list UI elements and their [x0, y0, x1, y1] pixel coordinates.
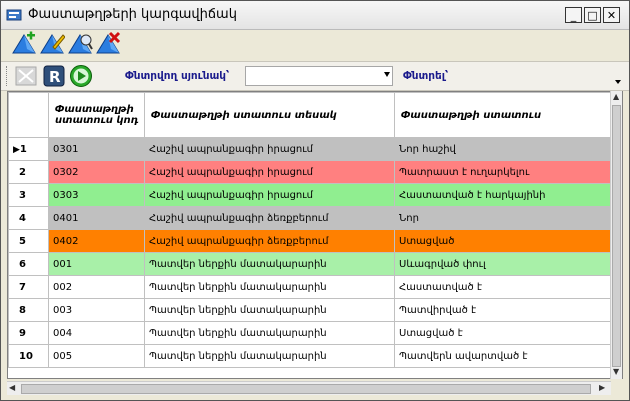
search-label: Փնտրել՝ [403, 70, 449, 82]
horizontal-scroll-thumb[interactable] [21, 384, 591, 394]
row-number-label: 1 [19, 143, 27, 155]
status-name-cell[interactable]: Պատվիրված է [394, 298, 615, 322]
status-name-cell[interactable]: Հաստատված է հարկայինի [394, 183, 615, 207]
row-number-cell: 8 [8, 298, 49, 322]
disabled-mail-icon [15, 66, 37, 86]
row-number-cell: 4 [8, 206, 49, 230]
run-icon[interactable] [69, 64, 93, 88]
table-row[interactable]: 3 0303 Հաշիվ ապրանքագիր իրացում Հաստատված է… [8, 183, 615, 207]
table-row[interactable]: 4 0401 Հաշիվ ապրանքագիր ձեռքբերում Նոր [8, 206, 615, 230]
status-code-cell[interactable]: 0303 [48, 183, 145, 207]
status-name-cell[interactable]: Պատրաստ է ուղարկելու [394, 160, 615, 184]
minimize-button[interactable]: _ [565, 7, 582, 23]
table-row[interactable]: 10 005 Պատվեր ներքին մատակարարին Պատվերն ավ… [8, 344, 615, 368]
row-number-cell: 2 [8, 160, 49, 184]
status-name-cell[interactable]: Պատվերն ավարտված է [394, 344, 615, 368]
status-code-cell[interactable]: 005 [48, 344, 145, 368]
row-number-cell: 6 [8, 252, 49, 276]
status-code-cell[interactable]: 0401 [48, 206, 145, 230]
status-type-cell[interactable]: Պատվեր ներքին մատակարարին [144, 275, 395, 299]
app-icon [6, 9, 22, 21]
column-header-status[interactable]: Փաստաթղթի ստատուս [394, 92, 615, 138]
row-header-corner [8, 92, 49, 138]
search-column-label: Փնտրվող սյունակ՝ [125, 70, 230, 82]
horizontal-scrollbar[interactable]: ◀ ▶ [7, 381, 611, 395]
status-type-cell[interactable]: Հաշիվ ապրանքագիր ձեռքբերում [144, 206, 395, 230]
toolbar-overflow-button[interactable] [614, 66, 622, 86]
status-code-cell[interactable]: 004 [48, 321, 145, 345]
column-header-code[interactable]: Փաստաթղթի ստատուս կոդ [48, 92, 145, 138]
column-header-type[interactable]: Փաստաթղթի ստատուս տեսակ [144, 92, 395, 138]
vertical-scrollbar[interactable]: ▲ ▼ [610, 91, 622, 379]
add-icon[interactable] [11, 31, 37, 57]
scroll-right-icon[interactable]: ▶ [599, 383, 605, 392]
edit-icon[interactable] [39, 31, 65, 57]
scroll-up-icon[interactable]: ▲ [613, 92, 619, 101]
row-number-cell: 3 [8, 183, 49, 207]
header-row: Փաստաթղթի ստատուս կոդ Փաստաթղթի ստատուս … [8, 92, 615, 138]
table-row[interactable]: 8 003 Պատվեր ներքին մատակարարին Պատվիրված է [8, 298, 615, 322]
row-number-cell: 7 [8, 275, 49, 299]
chevron-down-icon[interactable] [384, 72, 390, 77]
view-icon[interactable] [67, 31, 93, 57]
status-name-cell[interactable]: Սևագրված փուլ [394, 252, 615, 276]
status-table: Փաստաթղթի ստատուս կոդ Փաստաթղթի ստատուս … [8, 92, 615, 368]
title-bar: Փաստաթղթերի կարգավիճակ _ □ ✕ [1, 1, 629, 30]
main-window: Փաստաթղթերի կարգավիճակ _ □ ✕ R Փնտրվող ս… [0, 0, 630, 401]
status-name-cell[interactable]: Ստացված [394, 229, 615, 253]
current-row-marker-icon: ▶ [13, 144, 20, 155]
status-type-cell[interactable]: Պատվեր ներքին մատակարարին [144, 252, 395, 276]
status-code-cell[interactable]: 0402 [48, 229, 145, 253]
svg-text:R: R [49, 68, 61, 86]
status-code-cell[interactable]: 0302 [48, 160, 145, 184]
close-button[interactable]: ✕ [603, 7, 620, 23]
status-code-cell[interactable]: 0301 [48, 137, 145, 161]
table-row[interactable]: ▶1 0301 Հաշիվ ապրանքագիր իրացում Նոր հաշիվ [8, 137, 615, 161]
row-number-cell: 5 [8, 229, 49, 253]
status-type-cell[interactable]: Հաշիվ ապրանքագիր իրացում [144, 137, 395, 161]
row-number-cell: ▶1 [8, 137, 49, 161]
table-row[interactable]: 5 0402 Հաշիվ ապրանքագիր ձեռքբերում Ստացված [8, 229, 615, 253]
table-row[interactable]: 9 004 Պատվեր ներքին մատակարարին Ստացված է [8, 321, 615, 345]
maximize-button[interactable]: □ [584, 7, 601, 23]
chevron-down-icon [615, 80, 621, 84]
status-code-cell[interactable]: 002 [48, 275, 145, 299]
table-row[interactable]: 7 002 Պատվեր ներքին մատակարարին Հաստատված է [8, 275, 615, 299]
status-name-cell[interactable]: Հաստատված է [394, 275, 615, 299]
vertical-scroll-thumb[interactable] [612, 105, 621, 367]
status-name-cell[interactable]: Նոր [394, 206, 615, 230]
status-code-cell[interactable]: 003 [48, 298, 145, 322]
status-code-cell[interactable]: 001 [48, 252, 145, 276]
status-type-cell[interactable]: Պատվեր ներքին մատակարարին [144, 344, 395, 368]
window-title: Փաստաթղթերի կարգավիճակ [28, 7, 237, 22]
scroll-left-icon[interactable]: ◀ [9, 383, 15, 392]
status-name-cell[interactable]: Ստացված է [394, 321, 615, 345]
delete-icon[interactable] [95, 31, 121, 57]
table-row[interactable]: 2 0302 Հաշիվ ապրանքագիր իրացում Պատրաստ է ո… [8, 160, 615, 184]
scroll-down-icon[interactable]: ▼ [613, 367, 619, 376]
status-type-cell[interactable]: Պատվեր ներքին մատակարարին [144, 321, 395, 345]
row-number-cell: 9 [8, 321, 49, 345]
status-grid: Փաստաթղթի ստատուս կոդ Փաստաթղթի ստատուս … [7, 91, 623, 379]
status-name-cell[interactable]: Նոր հաշիվ [394, 137, 615, 161]
filter-toolbar: R Փնտրվող սյունակ՝ Փնտրել՝ [1, 61, 629, 91]
refresh-icon[interactable]: R [43, 65, 65, 87]
search-column-select[interactable] [245, 66, 393, 86]
toolbar-grip[interactable] [6, 66, 10, 86]
row-number-cell: 10 [8, 344, 49, 368]
status-type-cell[interactable]: Պատվեր ներքին մատակարարին [144, 298, 395, 322]
status-type-cell[interactable]: Հաշիվ ապրանքագիր ձեռքբերում [144, 229, 395, 253]
status-type-cell[interactable]: Հաշիվ ապրանքագիր իրացում [144, 183, 395, 207]
status-type-cell[interactable]: Հաշիվ ապրանքագիր իրացում [144, 160, 395, 184]
table-row[interactable]: 6 001 Պատվեր ներքին մատակարարին Սևագրված փո… [8, 252, 615, 276]
